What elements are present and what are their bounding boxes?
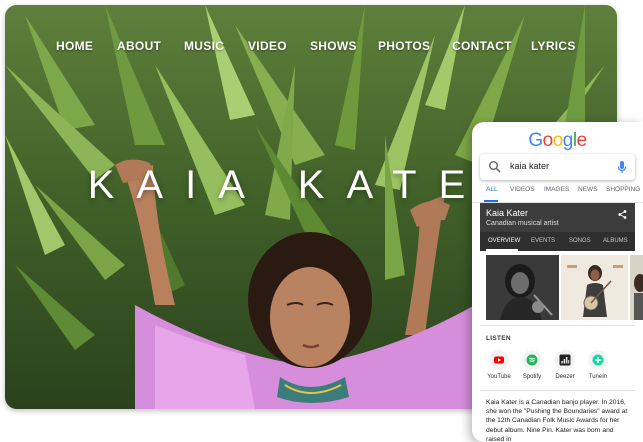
deezer-icon [559,354,571,366]
listen-tunein[interactable]: TuneIn [583,350,613,380]
artist-image-2[interactable] [561,255,628,320]
youtube-icon [494,356,504,364]
nav-shows[interactable]: SHOWS [310,39,357,53]
tunein-icon [592,354,604,366]
tab-videos[interactable]: VIDEOS [510,184,535,193]
service-label: YouTube [487,374,511,380]
kp-tab-events[interactable]: EVENTS [531,238,555,244]
tab-all[interactable]: ALL [486,184,498,193]
kp-active-tab-indicator [486,249,518,251]
service-label: Deezer [555,374,575,380]
divider [480,325,635,326]
nav-music[interactable]: MUSIC [184,39,224,53]
nav-home[interactable]: HOME [56,39,93,53]
mic-icon[interactable] [617,160,627,174]
google-logo-letter: o [552,130,564,151]
nav-about[interactable]: ABOUT [117,39,161,53]
artist-image-1[interactable] [486,255,559,320]
service-label: Spotify [522,374,542,380]
tab-shopping[interactable]: SHOPPING [606,184,640,193]
search-box[interactable]: kaia kater [480,154,635,180]
nav-photos[interactable]: PHOTOS [378,39,430,53]
kp-tab-songs[interactable]: SONGS [569,238,591,244]
google-logo-letter: e [576,130,588,151]
nav-video[interactable]: VIDEO [248,39,287,53]
listen-deezer[interactable]: Deezer [550,350,580,380]
kp-title: Kaia Kater [486,208,529,218]
tab-news[interactable]: NEWS [578,184,598,193]
service-label: TuneIn [588,374,608,380]
listen-spotify[interactable]: Spotify [517,350,547,380]
google-logo-letter: G [528,130,543,151]
tab-images[interactable]: IMAGES [544,184,569,193]
listen-heading: LISTEN [486,335,511,342]
search-tabs: ALL VIDEOS IMAGES NEWS SHOPPING [472,184,643,203]
google-logo-letter: g [562,130,574,151]
kp-tab-overview[interactable]: OVERVIEW [488,238,520,244]
phone-mockup: Google kaia kater ALL VIDEOS IMAGES NEWS… [472,122,643,442]
nav-lyrics[interactable]: LYRICS [531,39,576,53]
share-icon[interactable] [618,210,627,219]
site-nav: HOME ABOUT MUSIC VIDEO SHOWS PHOTOS CONT… [5,39,617,63]
search-icon[interactable] [488,160,502,174]
kp-tabs: OVERVIEW EVENTS SONGS ALBUMS [480,232,635,251]
nav-contact[interactable]: CONTACT [452,39,512,53]
spotify-icon [526,354,538,366]
artist-description: Kaia Kater is a Canadian banjo player. I… [486,399,628,442]
active-tab-indicator [484,200,498,202]
search-input[interactable]: kaia kater [510,161,549,171]
knowledge-panel-header: Kaia Kater Canadian musical artist OVERV… [480,203,635,251]
google-logo-letter: o [542,130,554,151]
artist-image-3[interactable] [630,255,643,320]
google-logo: Google [472,130,643,152]
kp-subtitle: Canadian musical artist [486,220,559,227]
kp-tab-albums[interactable]: ALBUMS [603,238,628,244]
divider [480,390,635,391]
listen-youtube[interactable]: YouTube [484,350,514,380]
